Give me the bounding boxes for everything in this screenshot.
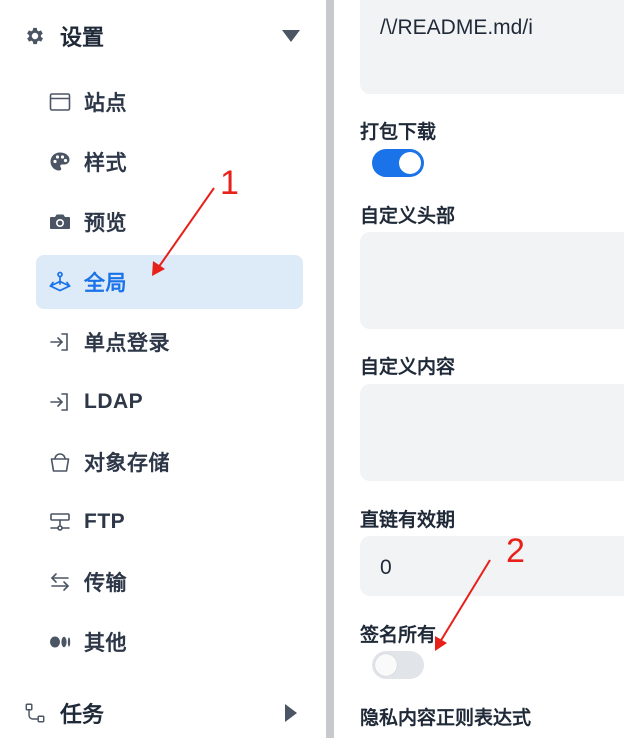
sign-all-switch[interactable] — [372, 651, 424, 679]
tasks-group-label: 任务 — [60, 702, 105, 727]
settings-group-header[interactable]: 设置 — [0, 10, 326, 62]
package-download-switch[interactable] — [372, 149, 424, 177]
caret-down-icon[interactable] — [280, 25, 302, 47]
sidebar-item-object-storage[interactable]: 对象存储 — [36, 435, 303, 489]
privacy-regex-label: 隐私内容正则表达式 — [360, 708, 532, 729]
login-icon — [48, 330, 72, 354]
sidebar-item-global[interactable]: 全局 — [36, 255, 303, 309]
link-expiration-value: 0 — [380, 556, 392, 579]
package-download-label: 打包下载 — [360, 122, 437, 143]
gear-icon — [24, 25, 46, 47]
sidebar-item-label: 单点登录 — [84, 332, 170, 355]
sidebar-item-label: 全局 — [84, 272, 127, 295]
sidebar-item-site[interactable]: 站点 — [36, 75, 303, 129]
sidebar-item-other[interactable]: 其他 — [36, 615, 303, 669]
joystick-icon — [48, 270, 72, 294]
sidebar-item-sso[interactable]: 单点登录 — [36, 315, 303, 369]
custom-head-textarea[interactable] — [360, 232, 624, 329]
sidebar-item-label: 预览 — [84, 212, 127, 235]
server-icon — [48, 510, 72, 534]
tasks-group-header[interactable]: 任务 — [0, 687, 326, 738]
settings-group-label: 设置 — [60, 25, 105, 50]
sidebar-item-label: 对象存储 — [84, 452, 170, 475]
window-icon — [48, 90, 72, 114]
custom-head-label: 自定义头部 — [360, 206, 456, 227]
sidebar-item-label: 样式 — [84, 152, 127, 175]
sidebar-item-ftp[interactable]: FTP — [36, 495, 303, 549]
sidebar-item-label: 其他 — [84, 632, 127, 655]
hide-files-textarea[interactable]: /\/README.md/i — [360, 0, 624, 94]
custom-body-textarea[interactable] — [360, 384, 624, 481]
sidebar-item-label: 站点 — [84, 92, 127, 115]
switch-knob — [399, 152, 421, 174]
transfer-icon — [48, 570, 72, 594]
switch-knob — [375, 654, 397, 676]
sidebar-item-style[interactable]: 样式 — [36, 135, 303, 189]
login-icon — [48, 390, 72, 414]
sidebar-item-label: FTP — [84, 510, 126, 533]
camera-icon — [48, 210, 72, 234]
link-expiration-input[interactable]: 0 — [360, 536, 624, 596]
medium-icon — [48, 630, 72, 654]
sign-all-label: 签名所有 — [360, 625, 437, 646]
sidebar-item-preview[interactable]: 预览 — [36, 195, 303, 249]
sidebar: 设置 站点 样式 预览 全局 单点登录 LDAP 对象存储 FTP 传输 其他 … — [0, 0, 326, 738]
settings-form: /\/README.md/i 打包下载 自定义头部 自定义内容 直链有效期 0 … — [334, 0, 624, 738]
sidebar-item-label: LDAP — [84, 390, 144, 413]
palette-icon — [48, 150, 72, 174]
flow-icon — [24, 702, 46, 724]
caret-right-icon[interactable] — [280, 702, 302, 724]
sidebar-item-transfer[interactable]: 传输 — [36, 555, 303, 609]
custom-body-label: 自定义内容 — [360, 357, 456, 378]
bucket-icon — [48, 450, 72, 474]
hide-files-value: /\/README.md/i — [380, 16, 533, 39]
sidebar-item-label: 传输 — [84, 572, 127, 595]
link-expiration-label: 直链有效期 — [360, 510, 456, 531]
sidebar-divider — [326, 0, 334, 738]
sidebar-item-ldap[interactable]: LDAP — [36, 375, 303, 429]
